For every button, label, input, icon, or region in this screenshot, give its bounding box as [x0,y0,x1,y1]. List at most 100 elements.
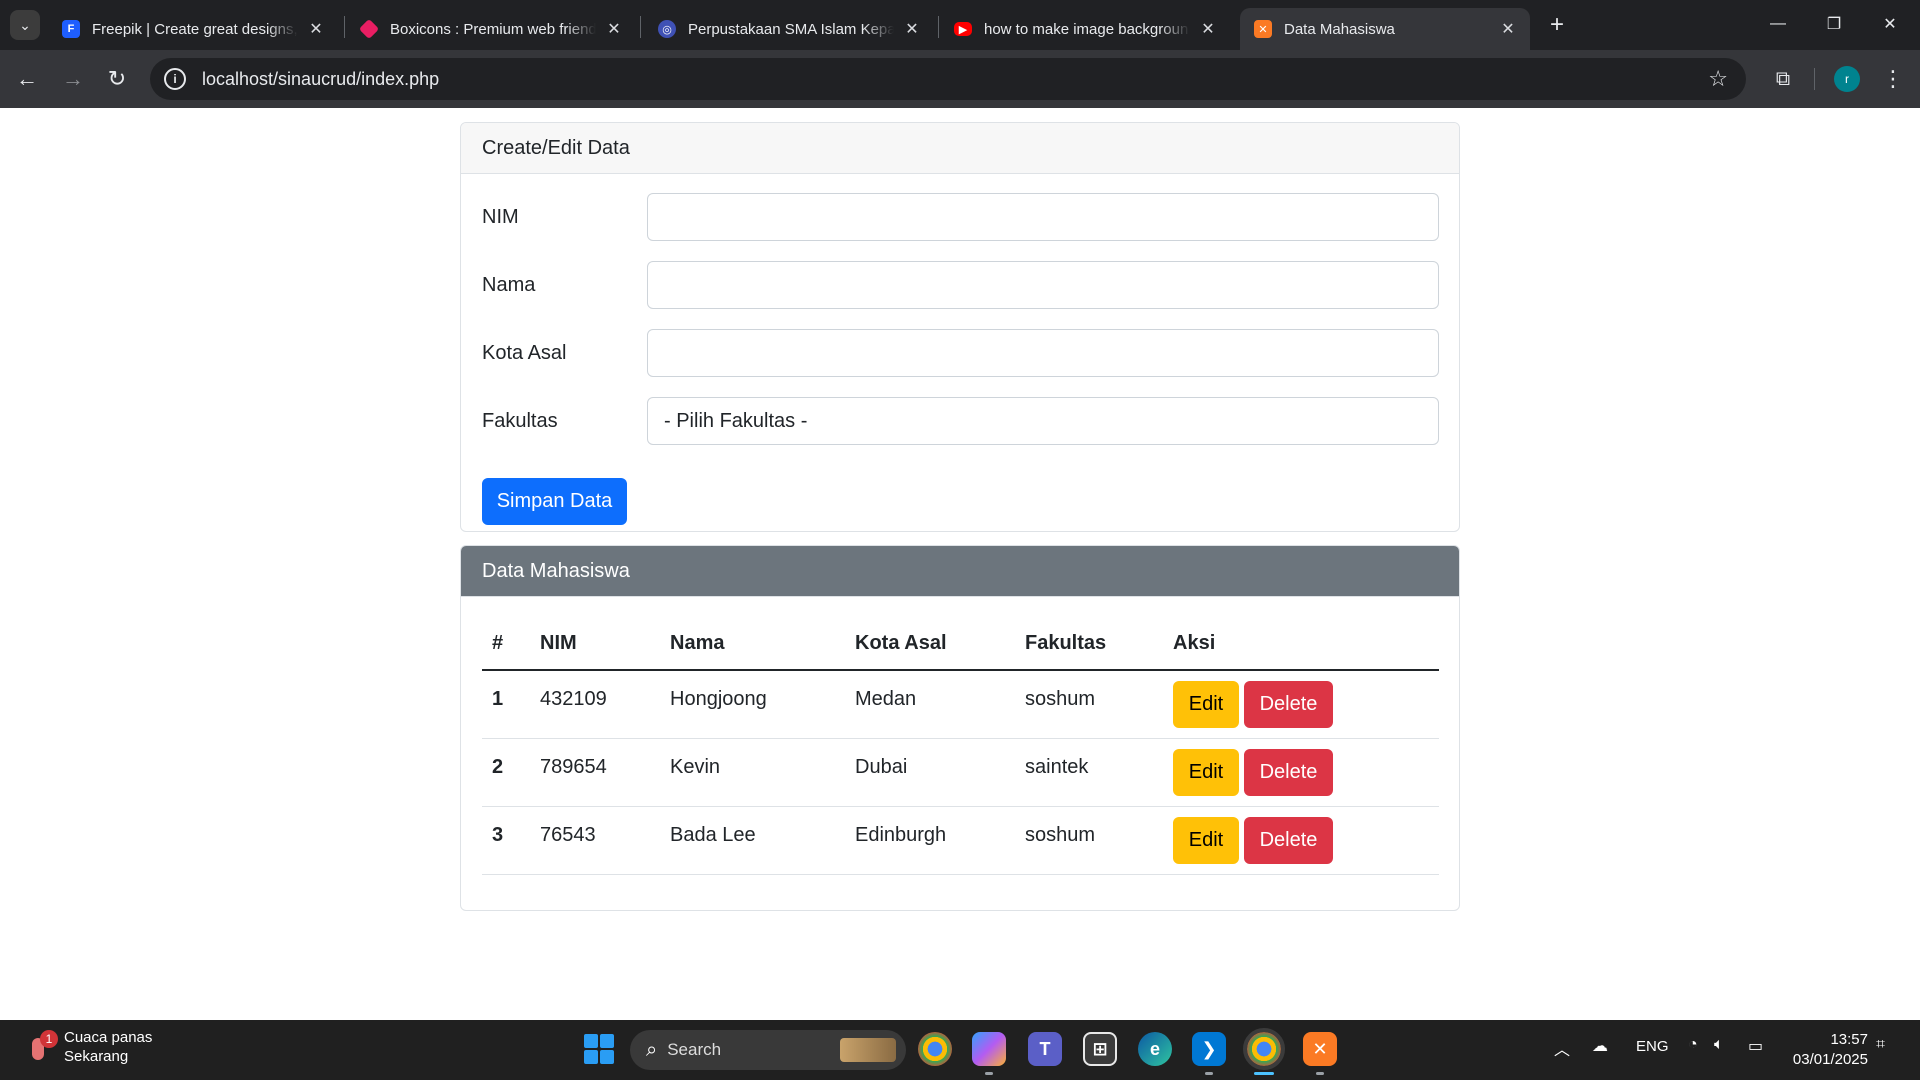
delete-button[interactable]: Delete [1244,680,1333,728]
xampp-taskbar-icon[interactable]: ✕ [1303,1032,1337,1066]
site-info-icon[interactable]: i [164,68,186,90]
chrome-icon[interactable] [918,1032,952,1066]
nama-cell: Hongjoong [660,670,845,739]
teams-icon[interactable]: T [1028,1032,1062,1066]
onedrive-error-icon[interactable]: ☁ [1592,1036,1608,1056]
system-clock[interactable]: 13:57 03/01/2025 [1784,1030,1868,1070]
delete-button[interactable]: Delete [1244,816,1333,864]
tab-title: Data Mahasiswa [1284,20,1395,38]
profile-avatar[interactable]: r [1834,66,1860,92]
edit-button[interactable]: Edit [1173,680,1239,728]
search-icon: ⌕ [646,1038,658,1061]
library-icon: ◎ [658,20,676,38]
fakultas-cell: saintek [1015,738,1163,807]
close-icon[interactable]: ✕ [604,19,624,39]
close-window-button[interactable]: ✕ [1862,0,1918,48]
vscode-icon[interactable]: ❯ [1192,1032,1226,1066]
column-header: Nama [660,618,845,671]
create-edit-card: Create/Edit Data NIM Nama Kota Asal Faku… [460,122,1460,532]
battery-icon[interactable]: ▭ [1748,1036,1763,1056]
column-header: Aksi [1163,618,1439,671]
tab-freepik[interactable]: F Freepik | Create great designs, f ✕ [48,8,338,50]
fakultas-cell: soshum [1015,670,1163,739]
tab-boxicons[interactable]: Boxicons : Premium web friendl ✕ [346,8,636,50]
windows-start-icon[interactable] [584,1034,614,1064]
edit-button[interactable]: Edit [1173,816,1239,864]
clock-date: 03/01/2025 [1792,1051,1868,1068]
tab-youtube[interactable]: ▶ how to make image backgroun ✕ [940,8,1230,50]
extensions-icon[interactable]: ⧉ [1766,62,1800,96]
table-row: 1 432109 Hongjoong Medan soshum Edit Dele… [482,670,1439,739]
search-highlight-image [840,1038,896,1062]
xampp-icon: ✕ [1254,20,1272,38]
nim-label: NIM [482,205,519,228]
tab-search-button[interactable]: ⌄ [10,10,40,40]
chrome-profile-icon[interactable] [1243,1028,1285,1070]
kota-cell: Dubai [845,738,1015,807]
kota-asal-input[interactable] [647,329,1439,377]
bookmark-star-icon[interactable]: ☆ [1708,66,1728,92]
forward-icon[interactable]: → [56,62,90,96]
close-icon[interactable]: ✕ [1498,19,1518,39]
language-indicator[interactable]: ENG [1636,1038,1669,1055]
nim-input[interactable] [647,193,1439,241]
weather-widget[interactable]: 1 Cuaca panas Sekarang [26,1028,152,1066]
tab-data-mahasiswa[interactable]: ✕ Data Mahasiswa ✕ [1240,8,1530,50]
nama-cell: Bada Lee [660,806,845,875]
weather-subtitle: Sekarang [64,1048,129,1065]
page-viewport: Create/Edit Data NIM Nama Kota Asal Faku… [0,108,1920,1020]
tab-title: how to make image backgroun [984,20,1189,38]
weather-title: Cuaca panas [64,1029,153,1046]
column-header: NIM [530,618,660,671]
taskbar-search[interactable]: ⌕ Search [630,1030,906,1070]
copilot-icon[interactable] [972,1032,1006,1066]
new-tab-button[interactable]: + [1542,10,1572,40]
nama-input[interactable] [647,261,1439,309]
store-icon[interactable]: ⊞ [1083,1032,1117,1066]
nama-cell: Kevin [660,738,845,807]
table-header-row: # NIM Nama Kota Asal Fakultas Aksi [482,618,1439,671]
kota-cell: Medan [845,670,1015,739]
row-number: 1 [482,670,530,739]
kota-cell: Edinburgh [845,806,1015,875]
url-text: localhost/sinaucrud/index.php [202,68,440,89]
weather-badge: 1 [40,1030,58,1048]
row-number: 2 [482,738,530,807]
address-bar[interactable]: i localhost/sinaucrud/index.php ☆ [150,58,1746,100]
notification-icon[interactable]: ⌗ [1876,1036,1885,1054]
row-number: 3 [482,806,530,875]
form-row-nama: Nama [482,261,1439,309]
aksi-cell: Edit Delete [1163,670,1439,739]
chevron-up-icon[interactable]: ︿ [1554,1036,1570,1060]
edit-button[interactable]: Edit [1173,748,1239,796]
mahasiswa-table: # NIM Nama Kota Asal Fakultas Aksi 1 432… [482,618,1439,875]
wifi-icon[interactable]: ◔ [1688,1036,1698,1054]
aksi-cell: Edit Delete [1163,738,1439,807]
close-icon[interactable]: ✕ [1198,19,1218,39]
close-icon[interactable]: ✕ [306,19,326,39]
fakultas-select[interactable]: - Pilih Fakultas - [647,397,1439,445]
search-label: Search [667,1040,722,1059]
windows-taskbar: 1 Cuaca panas Sekarang ⌕ Search T ⊞ e ❯ … [0,1020,1920,1080]
nim-cell: 432109 [530,670,660,739]
data-mahasiswa-card: Data Mahasiswa # NIM Nama Kota Asal Faku… [460,545,1460,911]
edge-icon[interactable]: e [1138,1032,1172,1066]
back-icon[interactable]: ← [10,62,44,96]
delete-button[interactable]: Delete [1244,748,1333,796]
volume-icon[interactable]: 🔈︎ [1714,1036,1724,1054]
close-icon[interactable]: ✕ [902,19,922,39]
tab-title: Freepik | Create great designs, f [92,20,298,38]
nim-cell: 76543 [530,806,660,875]
reload-icon[interactable]: ↻ [100,62,134,96]
column-header: Fakultas [1015,618,1163,671]
restore-button[interactable]: ❐ [1806,0,1862,48]
simpan-data-button[interactable]: Simpan Data [482,478,627,525]
tab-perpustakaan[interactable]: ◎ Perpustakaan SMA Islam Kepan ✕ [644,8,934,50]
form-row-nim: NIM [482,193,1439,241]
column-header: # [482,618,530,671]
freepik-icon: F [62,20,80,38]
tab-title: Boxicons : Premium web friendl [390,20,596,38]
minimize-button[interactable]: — [1750,0,1806,48]
menu-kebab-icon[interactable]: ⋮ [1880,62,1906,96]
clock-time: 13:57 [1830,1031,1868,1048]
